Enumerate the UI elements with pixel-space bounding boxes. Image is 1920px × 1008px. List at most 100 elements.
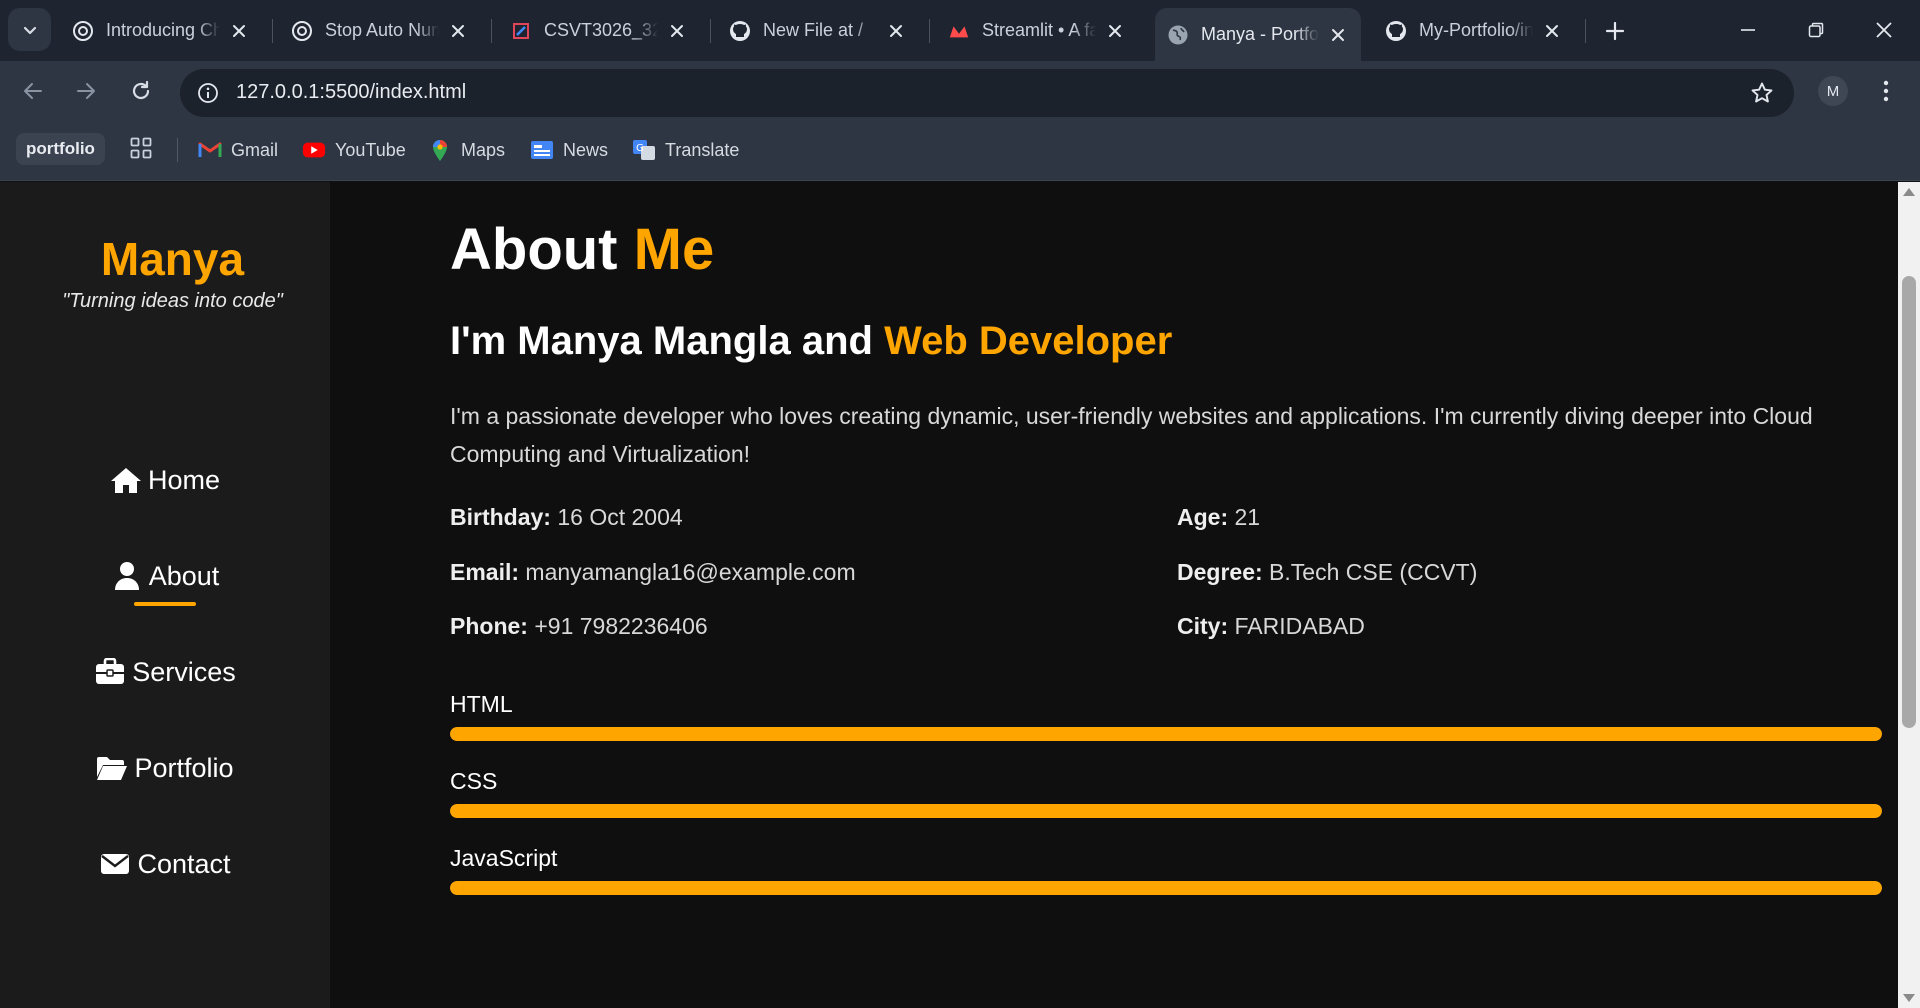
folder-open-icon xyxy=(96,753,128,783)
nav-label: Contact xyxy=(137,848,231,879)
news-icon xyxy=(530,139,554,161)
address-bar[interactable]: 127.0.0.1:5500/index.html xyxy=(180,69,1794,117)
nav-label: Services xyxy=(132,656,236,687)
restore-button[interactable] xyxy=(1782,8,1850,52)
bookmarks-divider xyxy=(177,138,178,162)
openai-icon xyxy=(72,20,94,42)
url-text[interactable]: 127.0.0.1:5500/index.html xyxy=(236,81,466,104)
brand-logo[interactable]: Manya xyxy=(0,232,345,286)
close-icon[interactable] xyxy=(664,18,690,44)
section-title: About Me xyxy=(450,216,714,283)
tab-search-button[interactable] xyxy=(8,8,51,51)
nav-about[interactable]: About xyxy=(0,554,330,598)
tab-streamlit[interactable]: Streamlit • A faster way xyxy=(936,8,1138,53)
info-birthday: Birthday: 16 Oct 2004 xyxy=(450,504,683,531)
minimize-button[interactable] xyxy=(1714,8,1782,52)
reload-icon xyxy=(132,80,150,100)
bookmark-folder-portfolio[interactable]: portfolio xyxy=(16,133,105,165)
bookmark-label: Translate xyxy=(665,139,740,160)
close-icon[interactable] xyxy=(1102,18,1128,44)
forward-button[interactable] xyxy=(66,71,106,111)
tab-label: My-Portfolio/index.html xyxy=(1419,20,1533,40)
scroll-down-arrow-icon[interactable] xyxy=(1903,994,1915,1002)
nav-home[interactable]: Home xyxy=(0,458,330,502)
about-description: I'm a passionate developer who loves cre… xyxy=(450,403,1813,467)
info-phone: Phone: +91 7982236406 xyxy=(450,613,708,640)
back-button[interactable] xyxy=(13,71,53,111)
skill-fill-javascript xyxy=(450,881,1882,895)
info-value: 21 xyxy=(1234,504,1261,530)
info-degree: Degree: B.Tech CSE (CCVT) xyxy=(1177,559,1477,586)
browser-toolbar: 127.0.0.1:5500/index.html M xyxy=(0,61,1920,121)
tab-separator xyxy=(272,19,273,43)
tab-manya-portfolio[interactable]: Manya - Portfolio xyxy=(1155,8,1361,61)
bookmark-gmail[interactable]: Gmail xyxy=(198,135,278,165)
tab-label: CSVT3026_3201 xyxy=(544,20,658,40)
skill-bar-javascript xyxy=(450,881,1882,895)
intro-heading: I'm Manya Mangla and Web Developer xyxy=(450,319,1172,364)
close-icon[interactable] xyxy=(1325,22,1351,48)
info-city: City: FARIDABAD xyxy=(1177,613,1365,640)
page-viewport: Manya "Turning ideas into code" Home Abo… xyxy=(0,182,1898,1008)
nav-services[interactable]: Services xyxy=(0,650,330,694)
intro-text: I'm Manya Mangla and xyxy=(450,319,873,363)
skill-fill-css xyxy=(450,804,1882,818)
bookmark-star-button[interactable] xyxy=(1748,79,1776,107)
translate-icon: G xyxy=(632,139,656,161)
site-info-button[interactable] xyxy=(192,77,224,109)
close-icon[interactable] xyxy=(226,18,252,44)
scrollbar-thumb[interactable] xyxy=(1902,276,1916,728)
skill-bar-html xyxy=(450,727,1882,741)
nav-portfolio[interactable]: Portfolio xyxy=(0,746,330,790)
browser-menu-button[interactable] xyxy=(1872,73,1900,109)
intro-accent: Web Developer xyxy=(884,319,1173,363)
scroll-up-arrow-icon[interactable] xyxy=(1903,188,1915,196)
bookmark-translate[interactable]: G Translate xyxy=(632,135,739,165)
skill-bar-css xyxy=(450,804,1882,818)
info-value: 16 Oct 2004 xyxy=(557,504,683,530)
tab-separator xyxy=(710,19,711,43)
info-age: Age: 21 xyxy=(1177,504,1260,531)
restore-icon xyxy=(1808,22,1824,38)
tab-new-file[interactable]: New File at / xyxy=(717,8,919,53)
close-window-button[interactable] xyxy=(1850,8,1918,52)
page-scrollbar[interactable] xyxy=(1898,182,1920,1008)
bookmark-label: Maps xyxy=(461,139,506,160)
arrow-left-icon xyxy=(24,83,42,99)
nav-label: Portfolio xyxy=(134,752,234,783)
new-tab-button[interactable] xyxy=(1598,14,1632,48)
tab-strip: Introducing ChatGPT Stop Auto Numbering … xyxy=(0,0,1920,61)
close-icon[interactable] xyxy=(883,18,909,44)
info-label: Email: xyxy=(450,559,520,585)
tab-separator xyxy=(929,19,930,43)
sidebar: Manya "Turning ideas into code" Home Abo… xyxy=(0,182,330,1008)
info-label: City: xyxy=(1177,613,1229,639)
bookmark-maps[interactable]: Maps xyxy=(428,135,505,165)
info-value: +91 7982236406 xyxy=(534,613,708,639)
bookmark-youtube[interactable]: YouTube xyxy=(302,135,406,165)
close-icon[interactable] xyxy=(1539,18,1565,44)
brand-tagline: "Turning ideas into code" xyxy=(62,290,283,312)
apps-grid-icon[interactable] xyxy=(130,137,152,159)
envelope-icon xyxy=(99,849,131,879)
reload-button[interactable] xyxy=(121,71,161,111)
youtube-icon xyxy=(302,139,326,161)
tab-separator xyxy=(491,19,492,43)
skill-label-css: CSS xyxy=(450,768,498,794)
tab-my-portfolio-github[interactable]: My-Portfolio/index.html xyxy=(1373,8,1575,53)
tab-introducing[interactable]: Introducing ChatGPT xyxy=(60,8,262,53)
github-icon xyxy=(1385,20,1407,42)
bookmark-news[interactable]: News xyxy=(530,135,608,165)
bookmark-label: YouTube xyxy=(335,139,406,160)
plus-icon xyxy=(1605,21,1625,41)
info-value: B.Tech CSE (CCVT) xyxy=(1269,559,1478,585)
title-text: About xyxy=(450,217,618,282)
tab-label: Introducing ChatGPT xyxy=(106,20,220,40)
nav-contact[interactable]: Contact xyxy=(0,842,330,886)
tab-stop-auto-numbering[interactable]: Stop Auto Numbering xyxy=(279,8,481,53)
close-icon[interactable] xyxy=(445,18,471,44)
profile-avatar[interactable]: M xyxy=(1818,76,1848,106)
info-label: Birthday: xyxy=(450,504,551,530)
info-value: manyamangla16@example.com xyxy=(525,559,856,585)
tab-csvt3026[interactable]: CSVT3026_3201 xyxy=(498,8,700,53)
